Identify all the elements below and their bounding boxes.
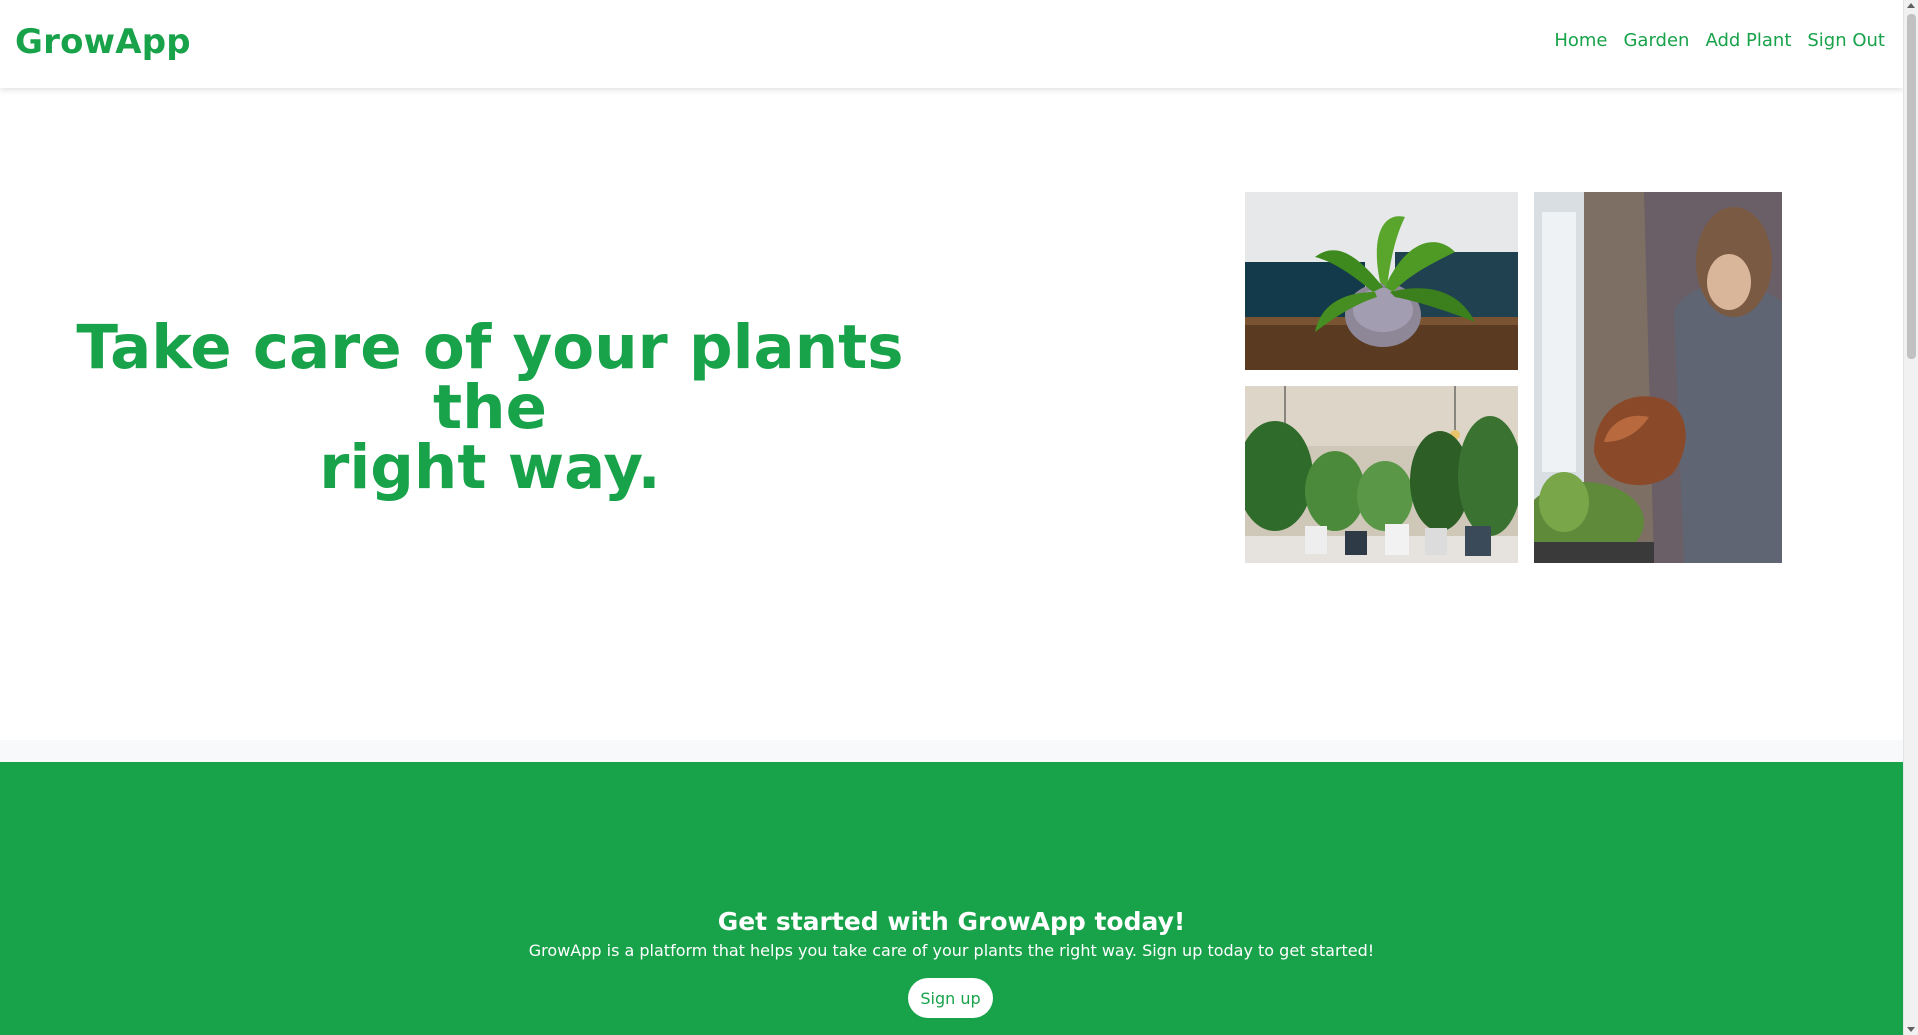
hero-section: Take care of your plants the right way. [0, 88, 1903, 745]
nav-links: Home Garden Add Plant Sign Out [1554, 30, 1885, 51]
hero-title-line-2: right way. [319, 432, 661, 503]
scrollbar-thumb[interactable] [1907, 14, 1916, 359]
nav-garden-link[interactable]: Garden [1623, 30, 1689, 51]
cta-title: Get started with GrowApp today! [717, 907, 1186, 936]
cta-section: Get started with GrowApp today! GrowApp … [0, 762, 1903, 1035]
page: GrowApp Home Garden Add Plant Sign Out T… [0, 0, 1903, 1035]
section-divider [0, 740, 1903, 762]
plant-collection-photo [1245, 386, 1518, 563]
brand-logo[interactable]: GrowApp [15, 22, 191, 62]
nav-sign-out-link[interactable]: Sign Out [1807, 30, 1885, 51]
hero-title: Take care of your plants the right way. [55, 317, 925, 498]
cta-description: GrowApp is a platform that helps you tak… [528, 941, 1375, 960]
vertical-scrollbar[interactable] [1903, 0, 1918, 1035]
scroll-up-icon[interactable] [1907, 3, 1915, 8]
navbar: GrowApp Home Garden Add Plant Sign Out [0, 0, 1903, 88]
sign-up-button[interactable]: Sign up [908, 978, 993, 1018]
scroll-down-icon[interactable] [1907, 1027, 1915, 1032]
nav-add-plant-link[interactable]: Add Plant [1705, 30, 1791, 51]
watering-plant-photo [1534, 192, 1782, 563]
hero-title-line-1: Take care of your plants the [76, 312, 904, 443]
nav-home-link[interactable]: Home [1554, 30, 1607, 51]
monstera-plant-photo [1245, 192, 1518, 370]
